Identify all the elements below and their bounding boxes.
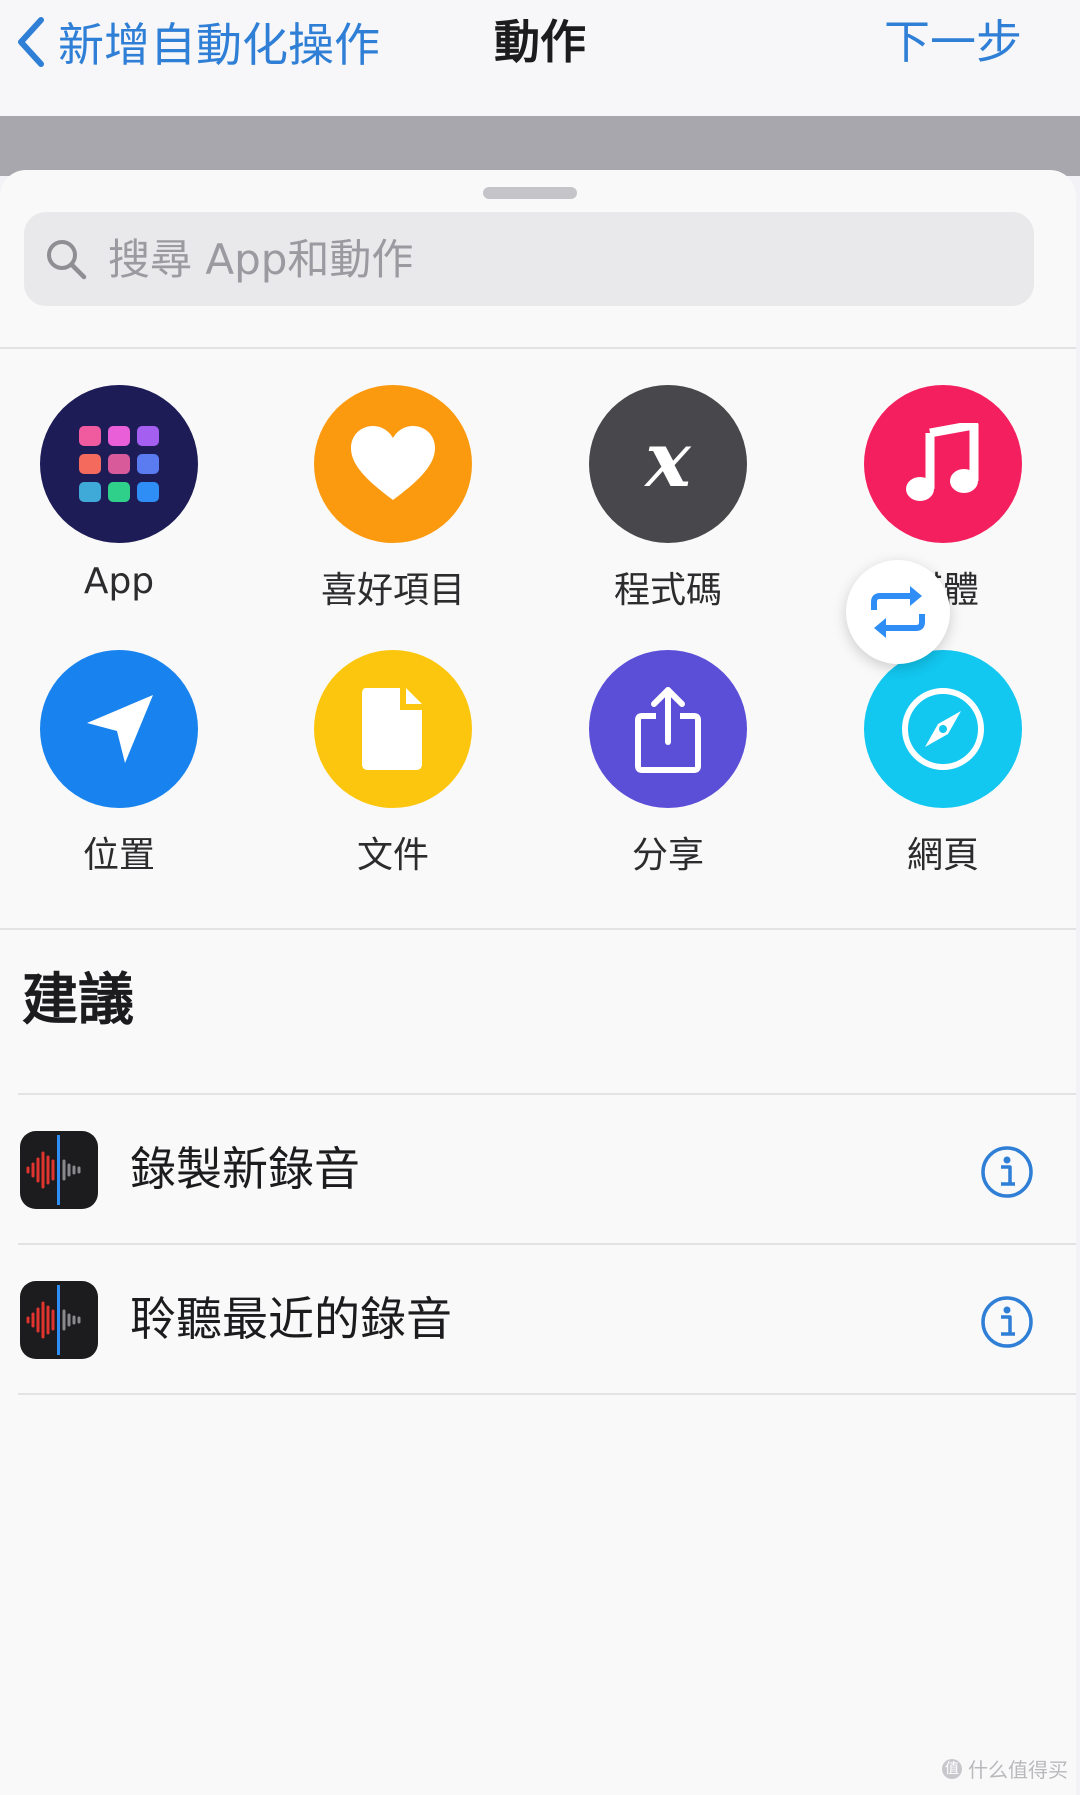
watermark-text: 什么值得买 — [968, 1758, 1068, 1782]
category-favorites-label: 喜好項目 — [320, 570, 465, 611]
category-media-circle — [864, 385, 1022, 543]
search-bar[interactable] — [24, 212, 1034, 306]
suggestion-label: 錄製新錄音 — [130, 1142, 360, 1196]
info-icon[interactable] — [980, 1295, 1034, 1349]
repeat-arrows-icon — [871, 586, 925, 638]
actions-sheet: App 喜好項目 x 程式碼 — [0, 170, 1076, 1795]
svg-text:x: x — [643, 424, 692, 504]
category-app[interactable]: App — [19, 385, 219, 602]
next-button[interactable]: 下一步 — [884, 12, 1022, 72]
category-scripting-label: 程式碼 — [613, 570, 722, 611]
suggestions-title: 建議 — [22, 968, 134, 1033]
music-note-icon — [906, 423, 979, 501]
category-app-label: App — [83, 561, 155, 602]
watermark-logo-icon: 值 — [942, 1758, 962, 1779]
location-arrow-icon — [87, 695, 153, 763]
category-location-circle — [40, 650, 198, 808]
category-web-label: 網頁 — [906, 835, 979, 876]
info-icon[interactable] — [980, 1145, 1034, 1199]
search-icon — [47, 240, 87, 280]
variable-x-icon: x — [643, 424, 692, 504]
divider — [0, 347, 1076, 349]
category-web[interactable]: 網頁 — [843, 650, 1043, 878]
category-web-circle — [864, 650, 1022, 808]
category-scripting-circle: x — [589, 385, 747, 543]
heart-icon — [351, 426, 435, 500]
document-icon — [362, 688, 422, 770]
category-sharing-label: 分享 — [631, 835, 704, 876]
compass-icon — [902, 688, 984, 770]
divider — [18, 1393, 1076, 1395]
watermark: 值 什么值得买 — [942, 1754, 1068, 1783]
category-documents[interactable]: 文件 — [293, 650, 493, 878]
category-documents-label: 文件 — [356, 835, 429, 876]
category-location-label: 位置 — [82, 835, 155, 876]
share-icon — [635, 687, 701, 773]
category-sharing-circle — [589, 650, 747, 808]
app-grid-icon — [79, 426, 159, 502]
floating-repeat-button[interactable] — [846, 560, 950, 664]
suggestion-row[interactable]: 錄製新錄音 — [0, 1095, 1076, 1243]
category-location[interactable]: 位置 — [19, 650, 219, 878]
category-sharing[interactable]: 分享 — [568, 650, 768, 878]
category-documents-circle — [314, 650, 472, 808]
dimmed-background — [0, 116, 1080, 176]
sheet-grabber[interactable] — [483, 187, 577, 199]
search-input[interactable] — [106, 233, 1010, 285]
voice-memos-icon — [20, 1131, 98, 1209]
category-favorites[interactable]: 喜好項目 — [293, 385, 493, 613]
category-scripting[interactable]: x 程式碼 — [568, 385, 768, 613]
category-favorites-circle — [314, 385, 472, 543]
divider — [0, 928, 1076, 930]
suggestion-label: 聆聽最近的錄音 — [130, 1292, 452, 1346]
navigation-bar: 新增自動化操作 動作 下一步 — [0, 0, 1080, 116]
voice-memos-icon — [20, 1281, 98, 1359]
category-app-circle — [40, 385, 198, 543]
suggestion-row[interactable]: 聆聽最近的錄音 — [0, 1245, 1076, 1393]
